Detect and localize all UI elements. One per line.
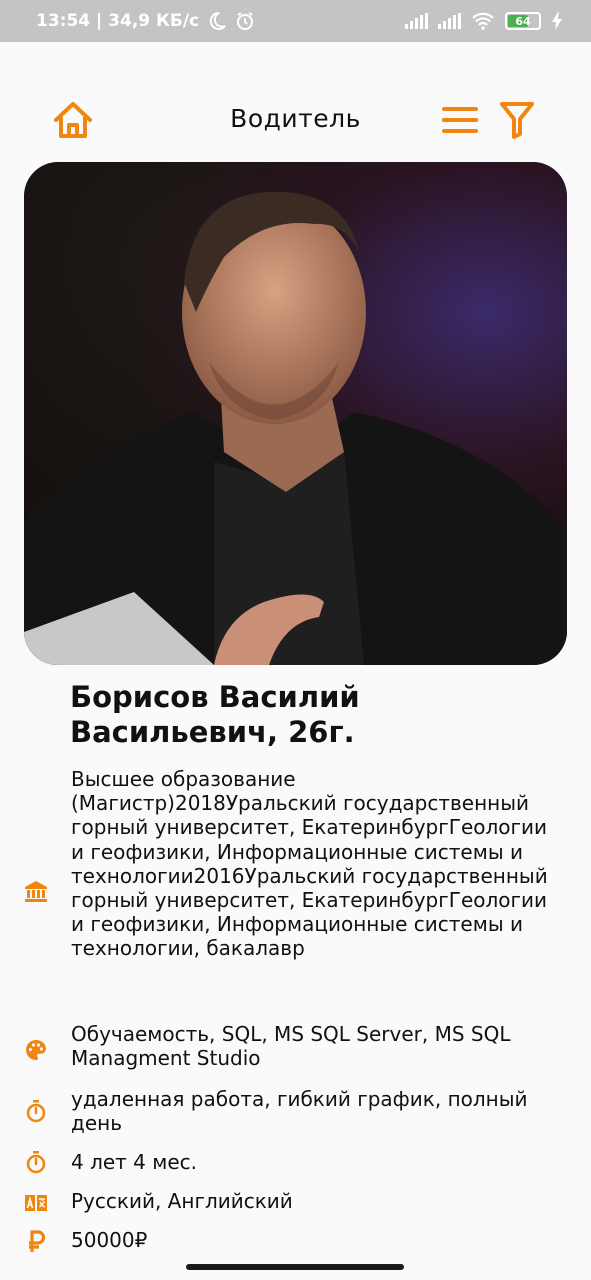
app-bar: Водитель (0, 92, 591, 148)
charging-icon (552, 12, 562, 30)
status-bar: 13:54 | 34,9 КБ/с 64 (0, 0, 591, 42)
stopwatch-icon (26, 1100, 46, 1123)
wifi-icon (472, 12, 494, 30)
moon-icon (210, 11, 226, 30)
status-time-speed: 13:54 | 34,9 КБ/с (36, 11, 200, 31)
bank-icon (25, 881, 47, 902)
languages-text: Русский, Английский (71, 1189, 293, 1213)
education-text: Высшее образование (Магистр)2018Уральски… (71, 767, 548, 961)
gesture-bar[interactable] (186, 1264, 404, 1270)
alarm-icon (237, 12, 254, 30)
battery-icon: 64 (505, 12, 541, 30)
profile-photo (24, 162, 567, 665)
translate-icon (25, 1195, 47, 1211)
experience-text: 4 лет 4 мес. (71, 1150, 198, 1174)
skills-text: Обучаемость, SQL, MS SQL Server, MS SQL … (71, 1022, 511, 1071)
stopwatch-icon (26, 1151, 46, 1174)
ruble-icon (29, 1230, 46, 1252)
schedule-text: удаленная работа, гибкий график, полный … (71, 1087, 528, 1136)
menu-icon[interactable] (440, 104, 480, 136)
palette-icon (26, 1040, 46, 1060)
person-illustration (24, 191, 567, 665)
signal-icon (405, 13, 428, 29)
salary-text: 50000₽ (71, 1228, 148, 1252)
filter-icon[interactable] (499, 100, 535, 140)
candidate-name: Борисов Василий Васильевич, 26г. (70, 680, 360, 749)
signal-icon (438, 13, 461, 29)
